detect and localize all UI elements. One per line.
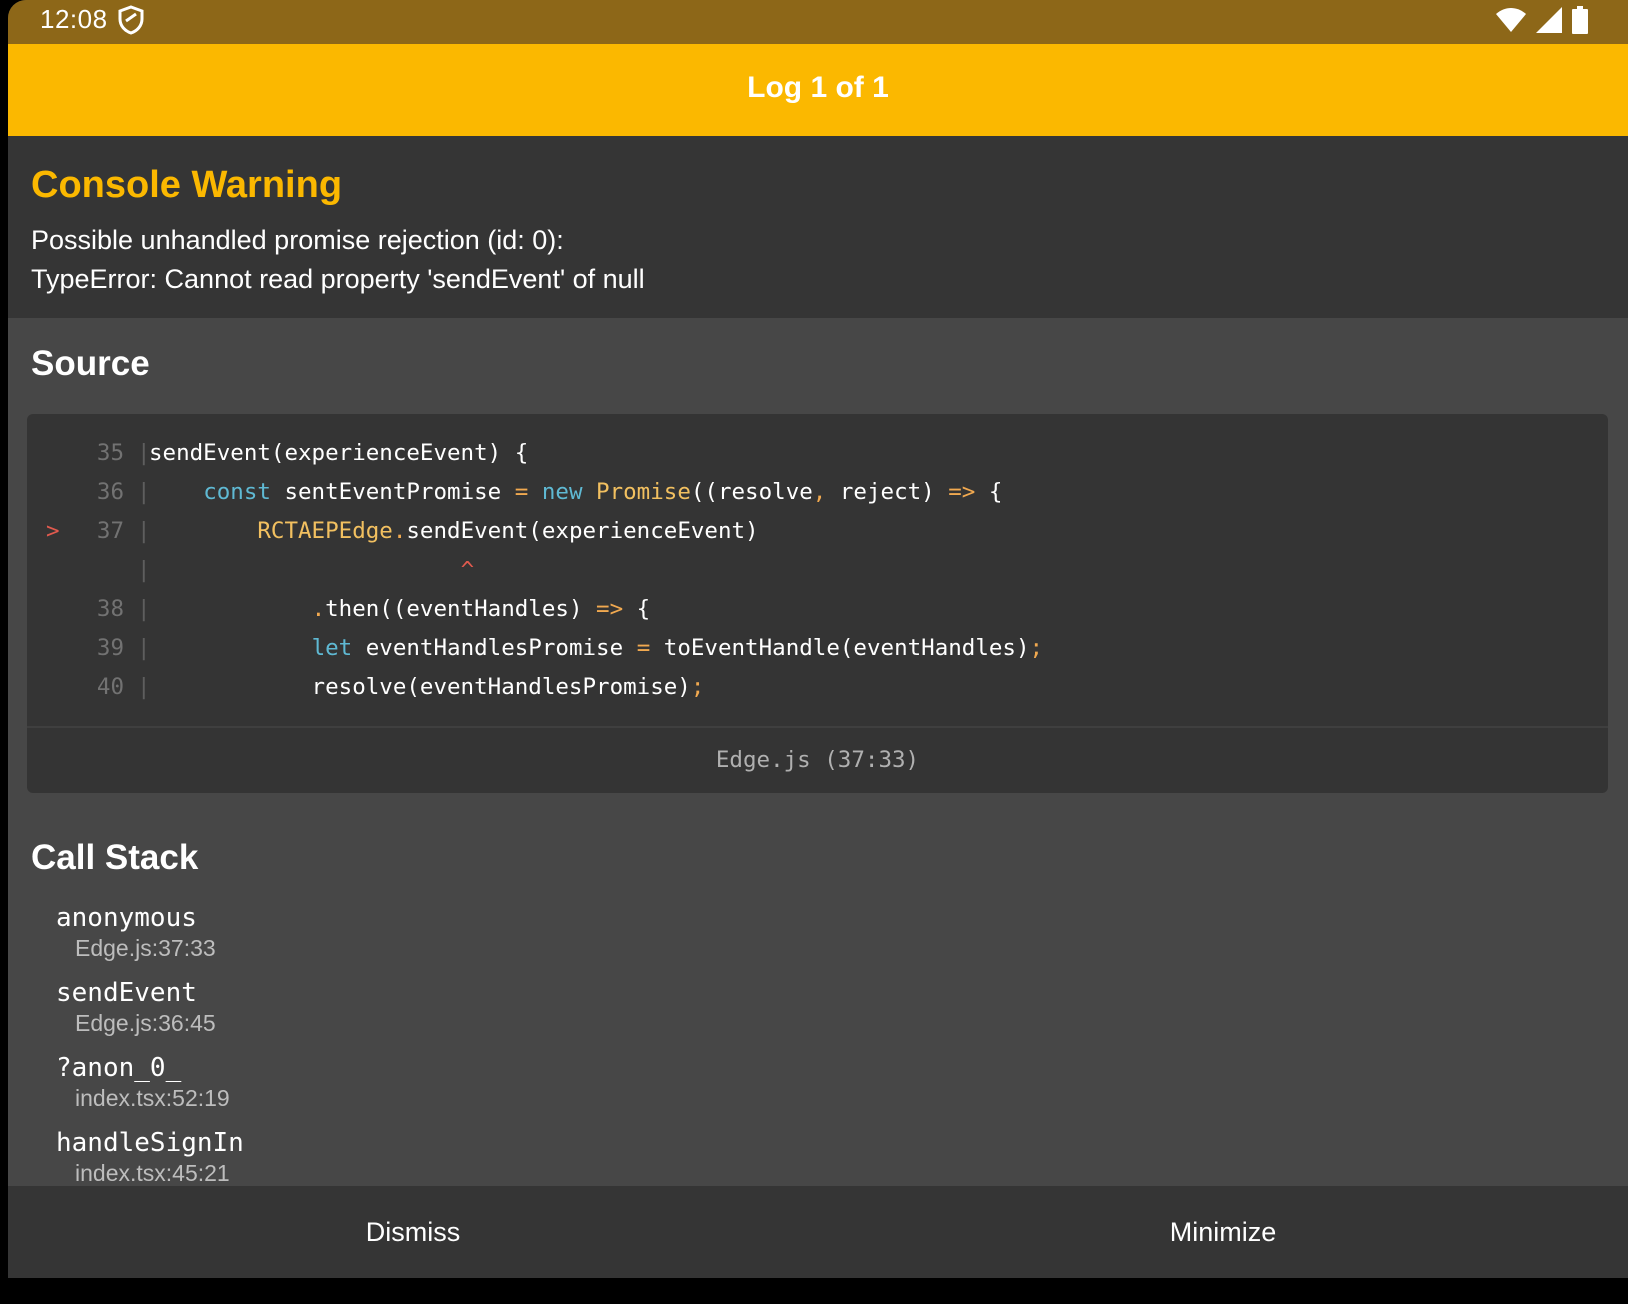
code-location[interactable]: Edge.js (37:33) bbox=[27, 726, 1608, 793]
code-token: , bbox=[812, 479, 827, 505]
stack-frame-function: handleSignIn bbox=[56, 1128, 244, 1158]
code-token: sendEvent(experienceEvent) bbox=[406, 518, 759, 544]
code-text: RCTAEPEdge.sendEvent(experienceEvent) bbox=[149, 512, 759, 551]
code-token: resolve(eventHandlesPromise) bbox=[149, 674, 691, 700]
line-number: 40 bbox=[96, 674, 124, 700]
log-box-screen: 12:08 Log 1 of 1 Console Warning Possibl… bbox=[8, 0, 1628, 1278]
code-token: let bbox=[311, 635, 353, 661]
warning-panel: Console Warning Possible unhandled promi… bbox=[8, 136, 1628, 318]
code-token: => bbox=[948, 479, 976, 505]
call-stack-list: anonymous Edge.js:37:33 sendEvent Edge.js:3… bbox=[56, 902, 244, 1202]
stack-frame-function: anonymous bbox=[56, 903, 197, 933]
error-caret: ^ bbox=[460, 557, 475, 583]
code-token: reject) bbox=[826, 479, 949, 505]
code-lines: 35 | sendEvent(experienceEvent) {36 | const… bbox=[27, 434, 1608, 707]
call-stack-title: Call Stack bbox=[31, 838, 199, 877]
code-text: sendEvent(experienceEvent) { bbox=[149, 434, 528, 473]
code-token: then((eventHandles) bbox=[325, 596, 597, 622]
code-token: toEventHandle(eventHandles) bbox=[650, 635, 1030, 661]
code-text: resolve(eventHandlesPromise); bbox=[149, 668, 705, 707]
code-text: .then((eventHandles) => { bbox=[149, 590, 651, 629]
status-icons bbox=[1496, 5, 1588, 35]
line-number: 39 bbox=[96, 635, 124, 661]
status-bar: 12:08 bbox=[8, 0, 1628, 44]
dismiss-button[interactable]: Dismiss bbox=[8, 1186, 818, 1278]
code-token: = bbox=[636, 635, 651, 661]
code-token: . bbox=[392, 518, 407, 544]
code-line: | ^ bbox=[27, 551, 1608, 590]
source-title: Source bbox=[31, 344, 150, 383]
footer-bar: Dismiss Minimize bbox=[8, 1186, 1628, 1278]
code-token: { bbox=[975, 479, 1003, 505]
line-number: 37 bbox=[96, 518, 124, 544]
line-number: 35 bbox=[96, 440, 124, 466]
battery-icon bbox=[1572, 6, 1588, 34]
stack-frame[interactable]: anonymous Edge.js:37:33 bbox=[56, 902, 244, 977]
stack-frame-location: index.tsx:52:19 bbox=[75, 1085, 230, 1111]
log-header: Log 1 of 1 bbox=[8, 44, 1628, 136]
code-line: 40 | resolve(eventHandlesPromise); bbox=[27, 668, 1608, 707]
minimize-button[interactable]: Minimize bbox=[818, 1186, 1628, 1278]
stack-frame-location: index.tsx:45:21 bbox=[75, 1160, 230, 1186]
stack-frame-location: Edge.js:37:33 bbox=[75, 935, 216, 961]
code-token: ; bbox=[1029, 635, 1044, 661]
code-text: const sentEventPromise = new Promise((re… bbox=[149, 473, 1002, 512]
line-number: 38 bbox=[96, 596, 124, 622]
warning-message[interactable]: Possible unhandled promise rejection (id… bbox=[31, 221, 645, 299]
stack-frame-function: ?anon_0_ bbox=[56, 1053, 182, 1083]
code-token: eventHandlesPromise bbox=[352, 635, 637, 661]
code-token: => bbox=[596, 596, 624, 622]
stack-frame-function: sendEvent bbox=[56, 978, 197, 1008]
code-token: new bbox=[541, 479, 583, 505]
code-line: 39 | let eventHandlesPromise = toEventHan… bbox=[27, 629, 1608, 668]
code-token: Promise bbox=[596, 479, 691, 505]
code-token: sentEventPromise bbox=[270, 479, 515, 505]
warning-title: Console Warning bbox=[31, 164, 343, 206]
code-token: . bbox=[311, 596, 326, 622]
log-counter-title: Log 1 of 1 bbox=[747, 71, 889, 104]
code-line: >37 | RCTAEPEdge.sendEvent(experienceEven… bbox=[27, 512, 1608, 551]
code-token: ; bbox=[690, 674, 705, 700]
code-token: = bbox=[514, 479, 529, 505]
code-token: { bbox=[623, 596, 651, 622]
shield-icon bbox=[118, 5, 144, 35]
code-line: 35 | sendEvent(experienceEvent) { bbox=[27, 434, 1608, 473]
code-text: let eventHandlesPromise = toEventHandle(… bbox=[149, 629, 1044, 668]
error-line-marker: > bbox=[46, 518, 60, 544]
status-time: 12:08 bbox=[40, 4, 108, 34]
code-token: RCTAEPEdge bbox=[257, 518, 393, 544]
code-text: ^ bbox=[149, 551, 475, 590]
stack-frame[interactable]: sendEvent Edge.js:36:45 bbox=[56, 977, 244, 1052]
wifi-icon bbox=[1496, 8, 1526, 32]
stack-frame-location: Edge.js:36:45 bbox=[75, 1010, 216, 1036]
line-number: 36 bbox=[96, 479, 124, 505]
code-line: 38 | .then((eventHandles) => { bbox=[27, 590, 1608, 629]
code-token: sendEvent(experienceEvent) { bbox=[149, 440, 529, 466]
code-frame[interactable]: 35 | sendEvent(experienceEvent) {36 | const… bbox=[27, 414, 1608, 793]
cell-signal-icon bbox=[1536, 7, 1562, 33]
code-token: const bbox=[203, 479, 271, 505]
stack-frame[interactable]: ?anon_0_ index.tsx:52:19 bbox=[56, 1052, 244, 1127]
code-line: 36 | const sentEventPromise = new Promise… bbox=[27, 473, 1608, 512]
code-token: ((resolve bbox=[690, 479, 813, 505]
